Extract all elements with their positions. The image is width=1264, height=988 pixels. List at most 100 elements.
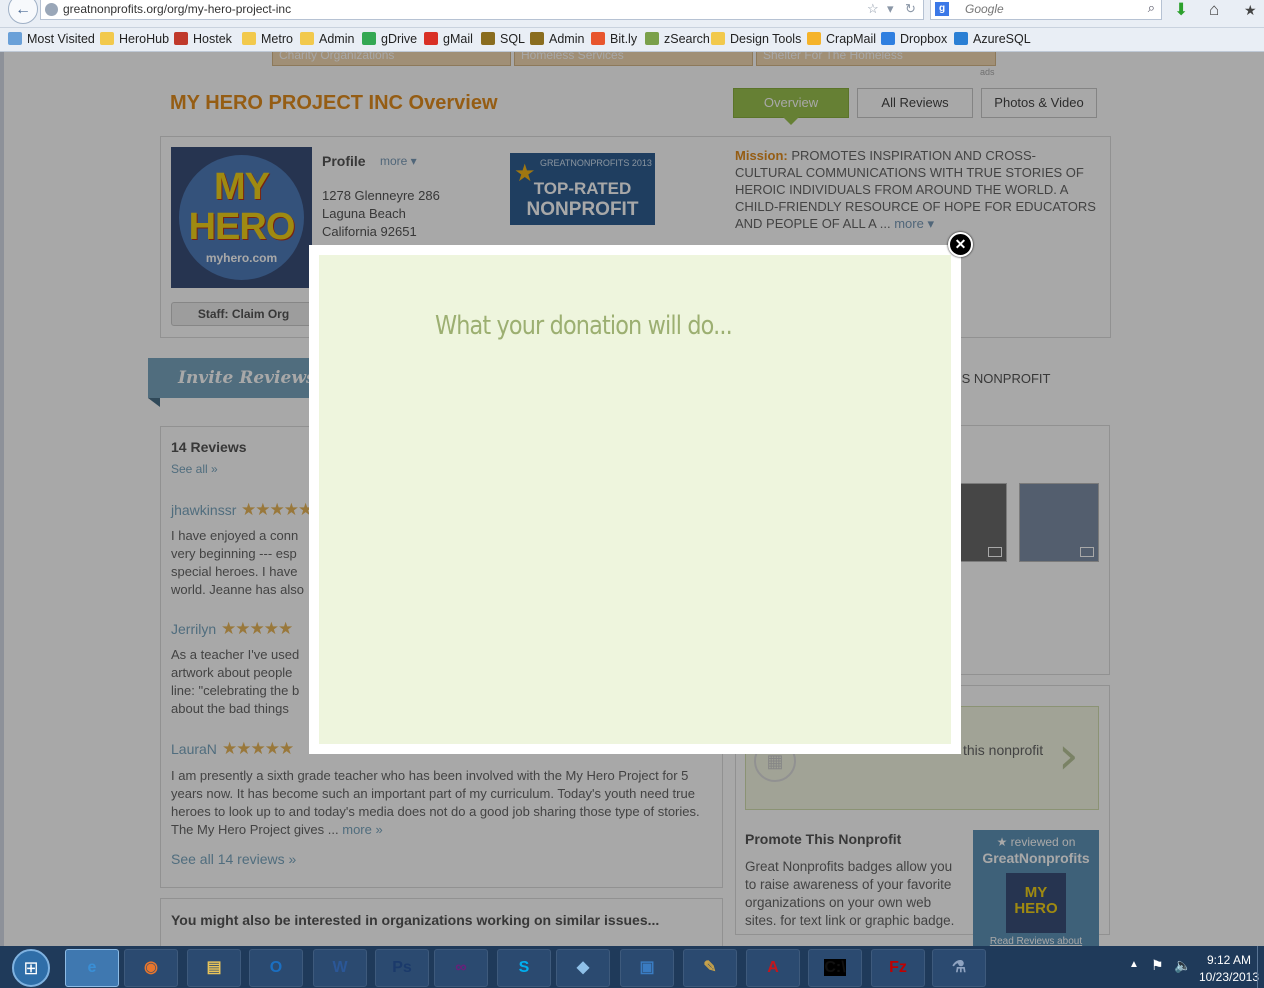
bookmark-item[interactable]: AzureSQL	[954, 32, 1031, 46]
reload-icon[interactable]: ↻	[905, 1, 916, 17]
bookmark-icon	[711, 32, 725, 45]
bookmark-icon	[100, 32, 114, 45]
clock-time[interactable]: 9:12 AM	[1198, 953, 1260, 967]
acrobat-icon: A	[767, 959, 779, 976]
firefox-icon: ◉	[144, 959, 158, 976]
remote-desktop-taskbar-button[interactable]: ▣	[620, 949, 674, 987]
bookmark-item[interactable]: Dropbox	[881, 32, 947, 46]
firefox-taskbar-button[interactable]: ◉	[124, 949, 178, 987]
bookmark-label: AzureSQL	[973, 32, 1031, 46]
bookmark-item[interactable]: Admin	[300, 32, 354, 46]
bookmark-label: gMail	[443, 32, 473, 46]
bookmark-item[interactable]: Metro	[242, 32, 293, 46]
filezilla-icon: Fz	[889, 959, 907, 976]
bookmark-label: Metro	[261, 32, 293, 46]
google-icon[interactable]: g	[935, 2, 949, 16]
tools-icon: ✎	[703, 959, 717, 976]
bookmark-label: HeroHub	[119, 32, 170, 46]
back-button[interactable]: ←	[8, 0, 38, 24]
action-center-icon[interactable]: ⚑	[1151, 957, 1164, 974]
extension-icon[interactable]: ★	[1244, 2, 1257, 19]
bookmark-label: Admin	[319, 32, 355, 46]
bookmark-label: Design Tools	[730, 32, 802, 46]
bookmark-item[interactable]: Bit.ly	[591, 32, 637, 46]
bookmark-item[interactable]: CrapMail	[807, 32, 876, 46]
bookmark-star-icon[interactable]: ☆	[867, 1, 879, 17]
taskbar: ⊞ e ◉ ▤ O W Ps ∞ S ◆ ▣ ✎ A C:\ Fz ⚗ ▲ ⚑ 🔈 9:12 AM 10/2…	[0, 946, 1264, 988]
explorer-taskbar-button[interactable]: ▤	[187, 949, 241, 987]
address-bar[interactable]: greatnonprofits.org/org/my-hero-project-…	[40, 0, 924, 20]
web-page: Charity Organizations Homeless Services …	[0, 52, 1264, 946]
show-desktop-button[interactable]	[1257, 946, 1264, 988]
bookmark-item[interactable]: gDrive	[362, 32, 417, 46]
bookmark-item[interactable]: Admin	[530, 32, 584, 46]
bookmark-item[interactable]: SQL	[481, 32, 525, 46]
tray-expand-icon[interactable]: ▲	[1129, 959, 1139, 970]
word-taskbar-button[interactable]: W	[313, 949, 367, 987]
skype-taskbar-button[interactable]: S	[497, 949, 551, 987]
search-placeholder: Google	[965, 2, 1004, 16]
word-icon: W	[332, 959, 348, 976]
browser-toolbar: ← greatnonprofits.org/org/my-hero-projec…	[0, 0, 1264, 28]
bookmark-label: SQL	[500, 32, 526, 46]
outlook-icon: O	[269, 959, 283, 976]
home-icon[interactable]: ⌂	[1209, 0, 1219, 20]
visual-studio-taskbar-button[interactable]: ∞	[434, 949, 488, 987]
bookmark-item[interactable]: HeroHub	[100, 32, 169, 46]
close-icon[interactable]: ✕	[948, 232, 973, 257]
sketch-icon: ◆	[576, 959, 590, 976]
bookmark-icon	[645, 32, 659, 45]
bookmark-item[interactable]: gMail	[424, 32, 473, 46]
donation-modal: What your donation will do...	[309, 245, 961, 754]
download-icon[interactable]: ⬇	[1174, 0, 1188, 20]
clock-date[interactable]: 10/23/2013	[1198, 970, 1260, 984]
bookmark-item[interactable]: Most Visited	[8, 32, 95, 46]
search-box[interactable]: g Google ⌕	[930, 0, 1162, 20]
bookmark-icon	[242, 32, 256, 45]
bookmark-label: Admin	[549, 32, 585, 46]
bookmark-icon	[300, 32, 314, 45]
bookmark-label: Hostek	[193, 32, 232, 46]
ie-taskbar-button[interactable]: e	[65, 949, 119, 987]
bookmark-icon	[954, 32, 968, 45]
network-icon: ⚗	[951, 959, 967, 976]
photoshop-taskbar-button[interactable]: Ps	[375, 949, 429, 987]
bookmark-label: CrapMail	[826, 32, 877, 46]
remote-desktop-icon: ▣	[639, 959, 655, 976]
skype-icon: S	[518, 959, 530, 976]
volume-icon[interactable]: 🔈	[1174, 957, 1191, 974]
bookmark-item[interactable]: Hostek	[174, 32, 232, 46]
bookmark-icon	[807, 32, 821, 45]
bookmark-label: Dropbox	[900, 32, 948, 46]
bookmark-item[interactable]: Design Tools	[711, 32, 801, 46]
history-dropdown-icon[interactable]: ▾	[887, 1, 894, 17]
bookmark-label: zSearch	[664, 32, 710, 46]
bookmark-icon	[481, 32, 495, 45]
url-text[interactable]: greatnonprofits.org/org/my-hero-project-…	[63, 2, 291, 16]
explorer-icon: ▤	[206, 959, 222, 976]
bookmark-item[interactable]: zSearch	[645, 32, 710, 46]
sketch-taskbar-button[interactable]: ◆	[556, 949, 610, 987]
modal-content: What your donation will do...	[319, 255, 951, 744]
cmd-icon: C:\	[824, 959, 846, 976]
filezilla-taskbar-button[interactable]: Fz	[871, 949, 925, 987]
visual-studio-icon: ∞	[455, 959, 467, 976]
bookmark-icon	[530, 32, 544, 45]
bookmark-label: gDrive	[381, 32, 418, 46]
ie-icon: e	[87, 959, 97, 976]
modal-heading: What your donation will do...	[435, 311, 733, 341]
photoshop-icon: Ps	[392, 959, 412, 976]
bookmarks-toolbar: Most Visited HeroHub Hostek Metro Admin gDriv…	[0, 28, 1264, 52]
acrobat-taskbar-button[interactable]: A	[746, 949, 800, 987]
globe-icon	[45, 3, 58, 16]
bookmark-label: Most Visited	[27, 32, 95, 46]
network-taskbar-button[interactable]: ⚗	[932, 949, 986, 987]
start-button[interactable]: ⊞	[12, 949, 50, 987]
cmd-taskbar-button[interactable]: C:\	[808, 949, 862, 987]
bookmark-icon	[881, 32, 895, 45]
bookmark-icon	[591, 32, 605, 45]
search-icon[interactable]: ⌕	[1148, 0, 1155, 16]
bookmark-label: Bit.ly	[610, 32, 638, 46]
tools-taskbar-button[interactable]: ✎	[683, 949, 737, 987]
outlook-taskbar-button[interactable]: O	[249, 949, 303, 987]
